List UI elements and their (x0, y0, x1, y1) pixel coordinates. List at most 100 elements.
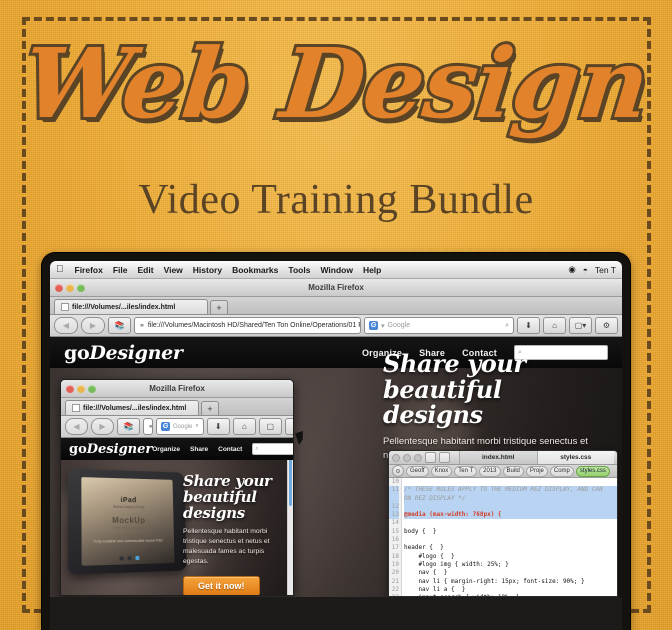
search-icon: ⌕ (255, 445, 259, 452)
google-icon: G (161, 422, 170, 431)
menubar-item-history[interactable]: History (193, 265, 222, 275)
gear-icon[interactable] (392, 465, 404, 477)
inner-search-placeholder: Google (173, 423, 193, 430)
breadcrumb-tenton[interactable]: Ten T (454, 465, 478, 477)
inner-sync-icon[interactable]: ▢ (258, 418, 282, 435)
inner-nav-link-share[interactable]: Share (190, 446, 208, 453)
power-icon[interactable]: ◉ (568, 264, 575, 275)
editor-line-number: 23 (389, 594, 399, 596)
zoom-icon[interactable] (88, 384, 96, 393)
menubar-item-edit[interactable]: Edit (138, 265, 154, 275)
close-icon[interactable] (55, 283, 63, 292)
editor-code-line: ON REZ DISPLAY */ (404, 494, 617, 503)
inner-download-icon[interactable]: ⬇ (206, 418, 230, 435)
close-icon[interactable] (392, 453, 400, 462)
editor-code-line (404, 536, 617, 544)
search-magnifier-icon[interactable]: ⌕ (505, 322, 509, 330)
website-viewport: goDesigner Organize Share Contact ⌕ Shar… (50, 337, 622, 597)
sync-icon[interactable]: ▢▾ (569, 317, 592, 334)
editor-tab-index-html[interactable]: index.html (459, 451, 537, 464)
window-traffic-lights[interactable] (50, 283, 85, 292)
editor-code-lines: /* THESE RULES APPLY TO THE MEDIUM REZ D… (404, 478, 617, 596)
inner-traffic-lights[interactable] (61, 384, 96, 393)
new-tab-button[interactable]: + (210, 300, 228, 314)
menubar-item-view[interactable]: View (164, 265, 183, 275)
menubar-item-window[interactable]: Window (320, 265, 353, 275)
inner-bookmarks-icon[interactable]: 📚 (117, 418, 140, 435)
breadcrumb-knox[interactable]: Knox (430, 465, 453, 477)
page-subtitle: Video Training Bundle (138, 177, 534, 223)
inner-page-scrollbar[interactable] (287, 438, 293, 595)
close-icon[interactable] (66, 384, 74, 393)
menubar-item-help[interactable]: Help (363, 265, 381, 275)
outer-tab-label: file:///Volumes/...iles/index.html (72, 303, 176, 311)
addon-icon[interactable]: ⚙ (595, 317, 618, 334)
menubar-item-tools[interactable]: Tools (288, 265, 310, 275)
breadcrumb-build[interactable]: Build (502, 465, 524, 477)
inner-website-viewport: goDesigner Organize Share Contact ⌕ iPad… (61, 438, 293, 595)
breadcrumb-project[interactable]: Proje (525, 465, 548, 477)
inner-logo-suffix: Designer (86, 441, 153, 457)
ipad-mockup-label: MockUp (112, 516, 146, 526)
site-logo[interactable]: goDesigner (64, 342, 183, 364)
breadcrumb-2013[interactable]: 2013 (479, 465, 501, 477)
site-logo-suffix: Designer (89, 341, 183, 364)
back-button[interactable]: ◀ (54, 317, 78, 334)
inner-nav-link-contact[interactable]: Contact (218, 446, 242, 453)
get-it-now-button[interactable]: Get it now! (183, 575, 260, 595)
outer-browser-tab[interactable]: file:///Volumes/...iles/index.html (54, 299, 208, 314)
inner-navigation-toolbar: ◀ ▶ 📚 ⚭ file:///Volumes/Macinto ☆ ↻ (61, 416, 293, 438)
inner-site-header: goDesigner Organize Share Contact ⌕ (61, 438, 293, 460)
breadcrumb-geoff[interactable]: Geoff (406, 465, 429, 477)
inner-search-bar[interactable]: G Google ⌕ (156, 418, 204, 435)
minimize-icon[interactable] (66, 283, 74, 292)
editor-line-number: 10 (391, 478, 399, 485)
inner-forward-button[interactable]: ▶ (91, 418, 114, 435)
panel-toggle-icon[interactable] (439, 452, 450, 463)
search-magnifier-icon[interactable]: ⌕ (195, 423, 198, 430)
hero-content: Share your beautiful designs Pellentesqu… (383, 351, 608, 462)
menubar-item-firefox[interactable]: Firefox (75, 265, 103, 275)
inner-nav-link-organize[interactable]: Organize (152, 446, 180, 453)
favicon-icon (61, 303, 69, 311)
minimize-icon[interactable] (403, 453, 411, 462)
editor-titlebar: index.html styles.css (389, 451, 617, 465)
split-view-icon[interactable] (425, 452, 436, 463)
download-icon[interactable]: ⬇ (517, 317, 540, 334)
zoom-icon[interactable] (414, 453, 422, 462)
bookmarks-toolbar-icon[interactable]: 📚 (108, 317, 131, 334)
editor-code-line: @media (max-width: 768px) { (404, 511, 617, 520)
editor-line-number: 16 (391, 536, 399, 544)
editor-code-line (404, 519, 617, 527)
address-bar[interactable]: ⚭ file:///Volumes/Macintosh HD/Shared/Te… (134, 317, 361, 334)
search-bar[interactable]: G ▾ Google ⌕ (364, 317, 514, 334)
wifi-icon[interactable]: ◓ (583, 265, 588, 275)
outer-window-title: Mozilla Firefox (308, 283, 364, 292)
inner-site-search-input[interactable]: ⌕ (252, 443, 293, 455)
editor-line-number: 20 (391, 569, 399, 577)
inner-new-tab-button[interactable]: + (201, 401, 219, 415)
editor-line-number: 17 (391, 544, 399, 552)
inner-addon-icon[interactable]: ▾ (284, 418, 293, 435)
zoom-icon[interactable] (77, 283, 85, 292)
editor-tab-styles-css[interactable]: styles.css (536, 451, 614, 464)
editor-code-line: #logo { } (404, 552, 455, 560)
inner-site-logo[interactable]: goDesigner (69, 442, 152, 457)
editor-code-area[interactable]: 10111213141516171819202122232425 /* THES… (389, 478, 617, 596)
menubar-user[interactable]: Ten T (595, 265, 616, 275)
ipad-title: iPad (120, 497, 137, 505)
search-engine-caret[interactable]: ▾ (381, 322, 385, 330)
inner-address-bar[interactable]: ⚭ file:///Volumes/Macinto ☆ ↻ (143, 418, 153, 435)
inner-browser-tab[interactable]: file:///Volumes/...iles/index.html (65, 400, 199, 415)
forward-button[interactable]: ▶ (81, 317, 105, 334)
editor-line-number: 18 (391, 552, 399, 560)
menubar-item-bookmarks[interactable]: Bookmarks (232, 265, 278, 275)
minimize-icon[interactable] (77, 384, 85, 393)
menubar-item-file[interactable]: File (113, 265, 128, 275)
breadcrumb-components[interactable]: Comp (549, 465, 574, 477)
favicon-icon (72, 404, 80, 412)
breadcrumb-styles-css[interactable]: styles.css (575, 465, 610, 477)
inner-back-button[interactable]: ◀ (65, 418, 88, 435)
inner-home-icon[interactable]: ⌂ (232, 418, 256, 435)
home-icon[interactable]: ⌂ (543, 317, 566, 334)
